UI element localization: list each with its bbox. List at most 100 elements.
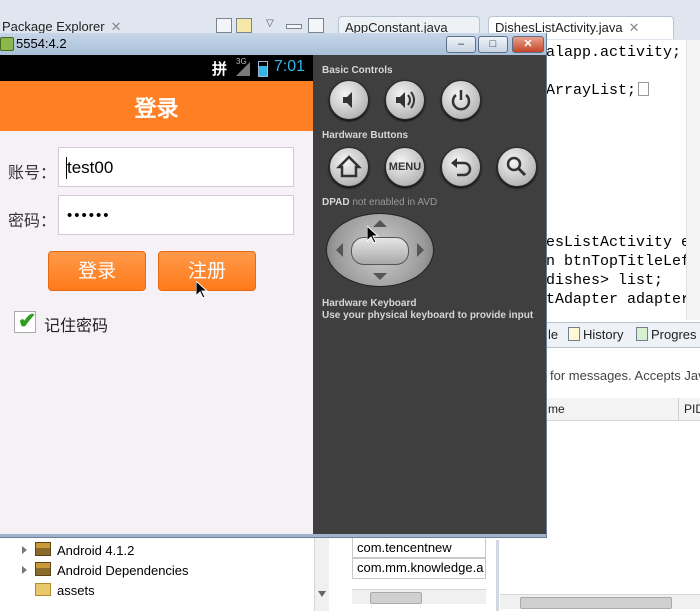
list-item[interactable]: com.mm.knowledge.a bbox=[352, 557, 486, 579]
remember-password-label[interactable]: 记住密码 bbox=[44, 312, 108, 336]
window-title: 5554:4.2 bbox=[16, 36, 67, 51]
app-title-bar: 登录 bbox=[0, 81, 313, 131]
hardware-buttons-heading: Hardware Buttons bbox=[322, 130, 409, 141]
view-menu-icon[interactable]: ▽ bbox=[266, 18, 280, 31]
outline-panel: com.tencentnew com.mm.knowledge.a bbox=[344, 537, 496, 611]
list-item[interactable]: com.tencentnew bbox=[352, 537, 486, 559]
column-pid[interactable]: PID bbox=[684, 402, 700, 416]
collapse-all-icon[interactable] bbox=[216, 18, 232, 33]
ime-indicator: 拼 bbox=[212, 61, 228, 78]
link-editor-icon[interactable] bbox=[236, 18, 252, 33]
panel-divider[interactable] bbox=[496, 540, 499, 611]
tab-progress[interactable]: Progres bbox=[636, 327, 697, 342]
password-value: •••••• bbox=[67, 207, 111, 224]
battery-icon bbox=[258, 61, 268, 77]
tree-item-android-dependencies[interactable]: Android Dependencies bbox=[22, 561, 189, 581]
volume-down-icon bbox=[343, 92, 352, 108]
close-button[interactable]: ✕ bbox=[512, 36, 544, 53]
power-button[interactable] bbox=[441, 80, 481, 120]
account-input[interactable]: test00 bbox=[58, 147, 294, 187]
code-line: dishes> list; bbox=[546, 272, 664, 289]
tree-label: Android Dependencies bbox=[57, 563, 189, 578]
clock: 7:01 bbox=[273, 58, 305, 75]
home-icon bbox=[335, 155, 363, 178]
scroll-thumb[interactable] bbox=[520, 597, 672, 609]
console-hscrollbar[interactable] bbox=[500, 594, 700, 609]
folder-icon bbox=[35, 583, 51, 596]
tree-item-assets[interactable]: assets bbox=[35, 581, 95, 601]
scroll-down-icon[interactable] bbox=[318, 591, 326, 597]
keyboard-heading: Hardware Keyboard bbox=[322, 298, 417, 309]
logcat-hint: for messages. Accepts Jav bbox=[550, 368, 700, 383]
fold-icon[interactable] bbox=[638, 82, 650, 96]
account-label: 账号： bbox=[8, 165, 57, 182]
bottom-view-tabs: le History Progres bbox=[546, 322, 700, 348]
signal-icon bbox=[236, 62, 250, 76]
emulator-window: 5554:4.2 – □ ✕ 拼 3G 7:01 登录 账号： test00 密… bbox=[0, 33, 547, 538]
login-button[interactable]: 登录 bbox=[48, 251, 146, 291]
home-button[interactable] bbox=[329, 147, 369, 187]
account-value: test00 bbox=[67, 158, 114, 177]
search-button[interactable] bbox=[497, 147, 537, 187]
volume-up-icon bbox=[396, 91, 415, 109]
dpad-heading: DPAD not enabled in AVD bbox=[322, 197, 437, 208]
device-screen[interactable]: 拼 3G 7:01 登录 账号： test00 密码： •••••• 登录 注册… bbox=[0, 55, 313, 534]
remember-password-checkbox[interactable]: ✔ bbox=[14, 308, 37, 333]
tab-label: Progres bbox=[651, 327, 697, 342]
package-explorer-tree: Android 4.1.2 Android Dependencies asset… bbox=[0, 537, 314, 611]
tree-item-android-412[interactable]: Android 4.1.2 bbox=[22, 541, 134, 561]
code-line: alapp.activity; bbox=[546, 44, 682, 61]
close-icon[interactable]: ✕ bbox=[111, 19, 122, 34]
history-icon bbox=[568, 327, 580, 341]
mouse-cursor-icon bbox=[196, 281, 208, 299]
menu-button[interactable]: MENU bbox=[385, 147, 425, 187]
mouse-cursor-icon bbox=[367, 226, 379, 244]
keyboard-hint: Use your physical keyboard to provide in… bbox=[322, 310, 534, 321]
dpad-control[interactable] bbox=[326, 213, 434, 287]
tree-label: assets bbox=[57, 583, 95, 598]
code-editor[interactable]: alapp.activity; ArrayList; esListActivit… bbox=[546, 40, 700, 320]
volume-down-button[interactable] bbox=[329, 80, 369, 120]
outline-hscrollbar[interactable] bbox=[352, 589, 486, 604]
maximize-button[interactable]: □ bbox=[478, 36, 508, 53]
tab-label: History bbox=[583, 327, 624, 342]
tab-history[interactable]: History bbox=[568, 327, 623, 342]
back-button[interactable] bbox=[441, 147, 481, 187]
tab-label: Package Explorer bbox=[2, 19, 105, 34]
package-explorer-scrollbar[interactable] bbox=[314, 537, 329, 611]
close-icon[interactable]: ✕ bbox=[629, 20, 640, 35]
overview-ruler bbox=[686, 40, 700, 320]
log-table-header: me PID bbox=[546, 398, 700, 421]
tree-label: Android 4.1.2 bbox=[57, 543, 135, 558]
back-icon bbox=[451, 158, 472, 177]
minimize-button[interactable]: – bbox=[446, 36, 476, 53]
expand-icon[interactable] bbox=[22, 546, 27, 554]
progress-icon bbox=[636, 327, 648, 341]
minimize-icon[interactable] bbox=[286, 24, 302, 29]
emulator-title-bar[interactable]: 5554:4.2 – □ ✕ bbox=[0, 33, 546, 55]
scroll-thumb[interactable] bbox=[370, 592, 422, 604]
library-icon bbox=[35, 542, 51, 556]
password-label: 密码： bbox=[8, 213, 57, 230]
code-line: ArrayList; bbox=[546, 82, 650, 99]
password-input[interactable]: •••••• bbox=[58, 195, 294, 235]
library-icon bbox=[35, 562, 51, 576]
volume-up-button[interactable] bbox=[385, 80, 425, 120]
emulator-controls-panel: Basic Controls Hardware Buttons MENU DPA… bbox=[313, 55, 546, 534]
column-divider[interactable] bbox=[678, 398, 679, 420]
dpad-note: not enabled in AVD bbox=[352, 197, 438, 208]
code-line: esListActivity ext bbox=[546, 234, 700, 251]
checkmark-icon: ✔ bbox=[18, 308, 37, 333]
maximize-icon[interactable] bbox=[308, 18, 324, 33]
tab-console[interactable]: le bbox=[548, 327, 558, 342]
android-icon bbox=[0, 37, 14, 51]
code-text: ArrayList; bbox=[546, 82, 637, 99]
power-icon bbox=[451, 90, 471, 111]
basic-controls-heading: Basic Controls bbox=[322, 65, 393, 76]
search-icon bbox=[506, 156, 527, 177]
expand-icon[interactable] bbox=[22, 566, 27, 574]
dpad-center-button[interactable] bbox=[351, 237, 409, 265]
code-line: n btnTopTitleLeft, bbox=[546, 253, 700, 270]
status-bar: 拼 3G 7:01 bbox=[0, 55, 313, 81]
column-name[interactable]: me bbox=[548, 402, 565, 416]
